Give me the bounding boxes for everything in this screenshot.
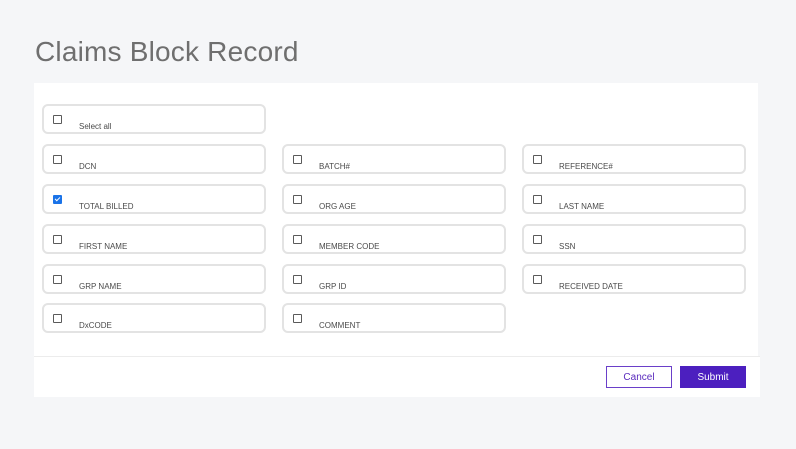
option-label: MEMBER CODE <box>319 242 380 251</box>
option-label: TOTAL BILLED <box>79 202 134 211</box>
option-received-date[interactable]: RECEIVED DATE <box>522 264 746 294</box>
checkbox[interactable] <box>533 235 542 244</box>
checkbox[interactable] <box>53 275 62 284</box>
checkbox[interactable] <box>53 235 62 244</box>
option-last-name[interactable]: LAST NAME <box>522 184 746 214</box>
option-label: GRP ID <box>319 282 347 291</box>
submit-button[interactable]: Submit <box>680 366 746 388</box>
option-total-billed[interactable]: TOTAL BILLED <box>42 184 266 214</box>
checkbox[interactable] <box>293 314 302 323</box>
option-label: GRP NAME <box>79 282 122 291</box>
option-label: REFERENCE# <box>559 162 613 171</box>
checkbox[interactable] <box>53 314 62 323</box>
checkbox[interactable] <box>293 195 302 204</box>
option-first-name[interactable]: FIRST NAME <box>42 224 266 254</box>
checkbox[interactable] <box>533 155 542 164</box>
option-label: COMMENT <box>319 321 361 330</box>
option-label: DxCODE <box>79 321 112 330</box>
option-grp-name[interactable]: GRP NAME <box>42 264 266 294</box>
checkbox[interactable] <box>533 195 542 204</box>
checkbox[interactable] <box>293 275 302 284</box>
option-grp-id[interactable]: GRP ID <box>282 264 506 294</box>
option-label: RECEIVED DATE <box>559 282 623 291</box>
option-label: ORG AGE <box>319 202 356 211</box>
option-ssn[interactable]: SSN <box>522 224 746 254</box>
checkbox[interactable] <box>53 195 62 204</box>
option-batch[interactable]: BATCH# <box>282 144 506 174</box>
checkbox[interactable] <box>293 235 302 244</box>
option-label: SSN <box>559 242 576 251</box>
checkbox[interactable] <box>293 155 302 164</box>
option-comment[interactable]: COMMENT <box>282 303 506 333</box>
cancel-button[interactable]: Cancel <box>606 366 672 388</box>
option-label: LAST NAME <box>559 202 605 211</box>
option-dcn[interactable]: DCN <box>42 144 266 174</box>
option-reference[interactable]: REFERENCE# <box>522 144 746 174</box>
checkbox[interactable] <box>53 115 62 124</box>
option-member-code[interactable]: MEMBER CODE <box>282 224 506 254</box>
checkbox[interactable] <box>53 155 62 164</box>
option-label: BATCH# <box>319 162 350 171</box>
option-org-age[interactable]: ORG AGE <box>282 184 506 214</box>
option-label: Select all <box>79 122 112 131</box>
checkbox[interactable] <box>533 275 542 284</box>
option-label: FIRST NAME <box>79 242 128 251</box>
option-label: DCN <box>79 162 97 171</box>
option-select-all[interactable]: Select all <box>42 104 266 134</box>
page-title: Claims Block Record <box>35 36 299 67</box>
option-dxcode[interactable]: DxCODE <box>42 303 266 333</box>
